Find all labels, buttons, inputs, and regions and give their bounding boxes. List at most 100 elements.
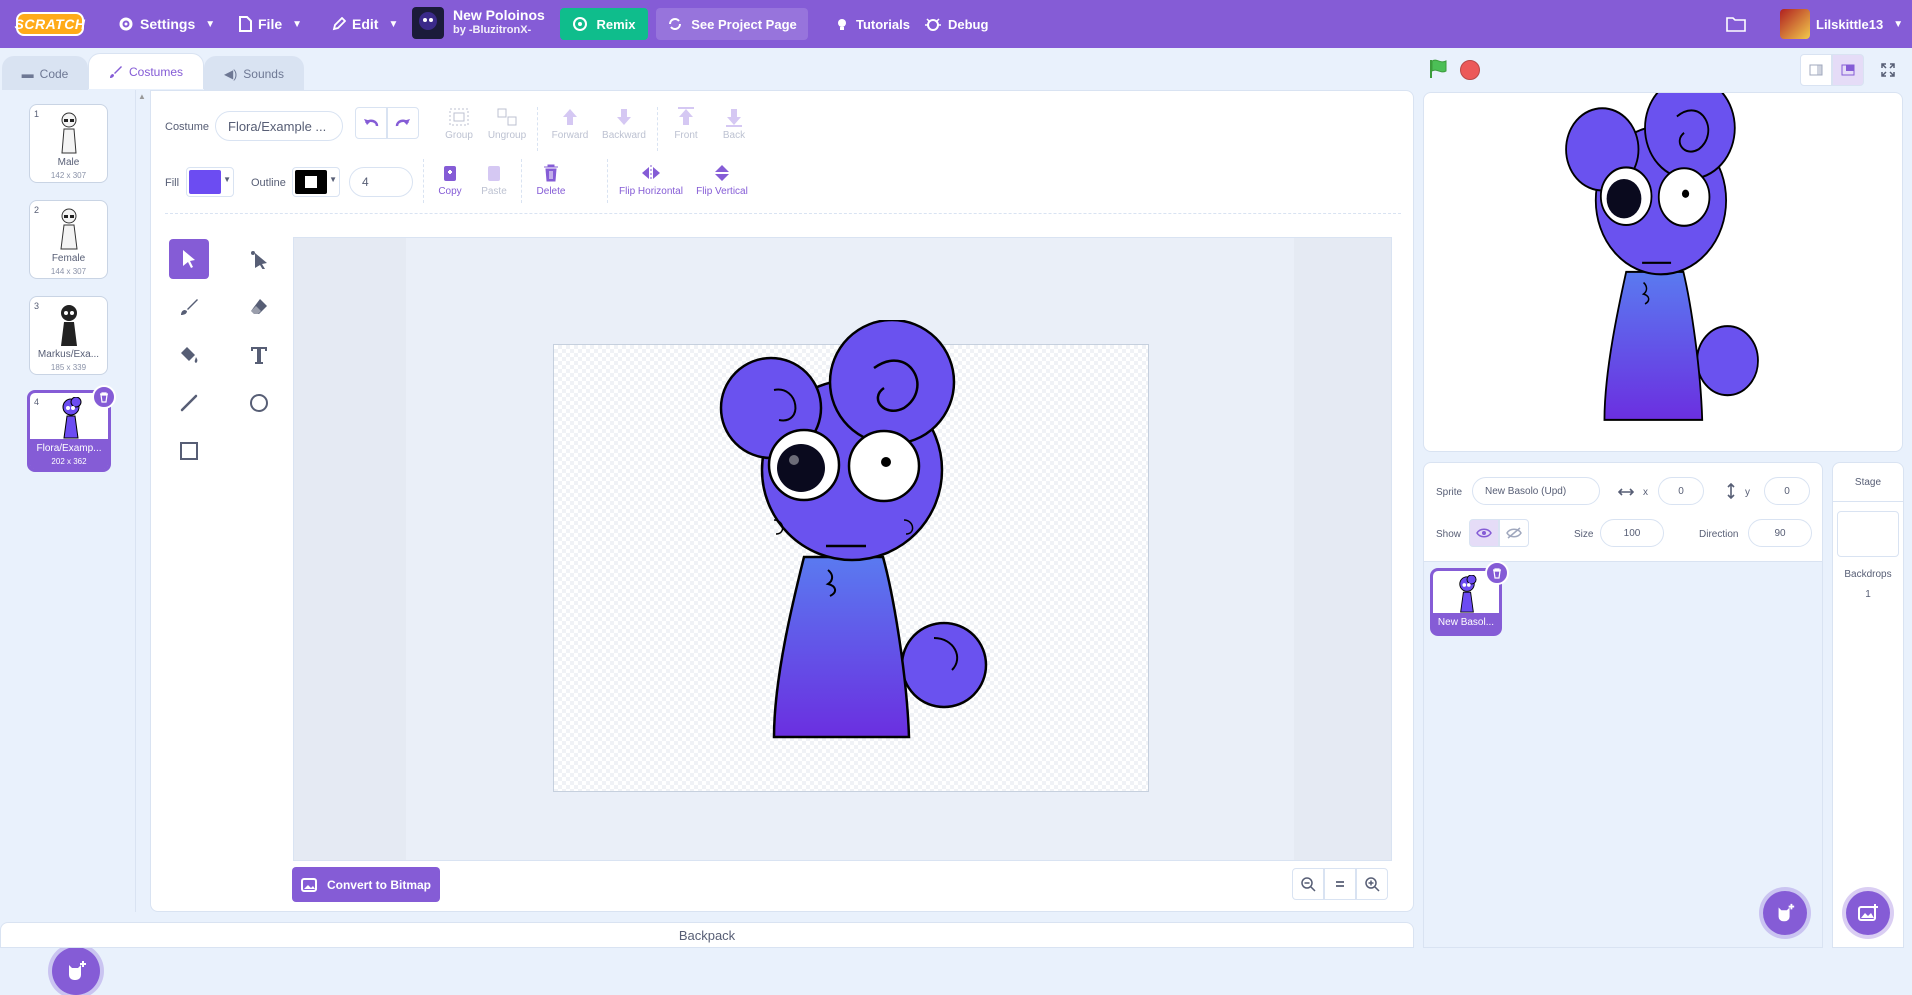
rectangle-tool[interactable] [169, 431, 209, 471]
arrow-cursor-icon [183, 250, 195, 268]
my-stuff-button[interactable] [1726, 0, 1746, 48]
direction-input[interactable]: 90 [1748, 519, 1812, 547]
backdrops-count: 1 [1865, 589, 1871, 600]
sprite-name-input[interactable]: New Basolo (Upd) [1472, 477, 1600, 505]
text-tool[interactable] [239, 335, 279, 375]
fill-color-picker[interactable]: ▼ [186, 167, 234, 197]
project-title: New Poloinos [453, 7, 545, 23]
tab-costumes-label: Costumes [128, 64, 184, 79]
back-button[interactable]: Back [717, 107, 751, 141]
green-flag-button[interactable] [1427, 58, 1449, 80]
cat-add-icon [69, 961, 86, 980]
file-menu[interactable]: File ▼ [238, 0, 302, 48]
avatar [1780, 9, 1810, 39]
back-icon [726, 109, 742, 127]
convert-to-bitmap-button[interactable]: Convert to Bitmap [292, 867, 440, 902]
small-stage-button[interactable] [1800, 54, 1832, 86]
front-icon [678, 107, 694, 125]
tab-costumes[interactable]: Costumes [88, 53, 204, 89]
tab-code[interactable]: ▬ Code [2, 56, 88, 90]
delete-button[interactable]: Delete [533, 163, 569, 197]
x-label: x [1643, 487, 1648, 498]
stage-target-pane[interactable]: Stage Backdrops 1 [1832, 462, 1904, 948]
costume-item[interactable]: 3 Markus/Exa... 185 x 339 [29, 296, 108, 375]
circle-icon [250, 394, 268, 412]
costume-drawing[interactable] [714, 320, 1004, 770]
tutorials-label: Tutorials [856, 16, 910, 32]
circle-tool[interactable] [239, 383, 279, 423]
choose-costume-button[interactable] [52, 947, 100, 995]
paint-canvas-area[interactable] [293, 237, 1392, 861]
project-title-block[interactable]: New Poloinos by -BluzitronX- [453, 8, 545, 38]
stop-button[interactable] [1460, 60, 1480, 80]
large-stage-button[interactable] [1832, 54, 1864, 86]
copy-button[interactable]: Copy [435, 163, 465, 197]
sprite-tile-selected[interactable]: New Basol... [1430, 561, 1509, 636]
divider [423, 159, 424, 203]
delete-costume-button[interactable] [92, 385, 116, 409]
tutorials-button[interactable]: Tutorials [834, 0, 910, 48]
backward-button[interactable]: Backward [599, 107, 649, 141]
brush-tool[interactable] [169, 287, 209, 327]
show-hidden-button[interactable] [1499, 519, 1529, 547]
see-project-icon [669, 18, 682, 30]
y-input[interactable]: 0 [1764, 477, 1810, 505]
ungroup-button[interactable]: Ungroup [484, 107, 530, 141]
debug-button[interactable]: Debug [924, 0, 988, 48]
group-button[interactable]: Group [441, 107, 477, 141]
costume-name: Female [51, 253, 86, 264]
trash-icon [544, 164, 558, 182]
costume-item[interactable]: 2 Female 144 x 307 [29, 200, 108, 279]
costume-item-selected[interactable]: 4 Flora/Examp... 202 x 362 [27, 385, 116, 472]
flip-vertical-button[interactable]: Flip Vertical [693, 163, 751, 197]
paste-button[interactable]: Paste [479, 163, 509, 197]
delete-label: Delete [536, 186, 566, 197]
forward-button[interactable]: Forward [549, 107, 591, 141]
choose-backdrop-button[interactable] [1846, 891, 1890, 935]
fullscreen-icon [1881, 63, 1895, 77]
sprite-thumbnail [1459, 575, 1477, 613]
show-visible-button[interactable] [1469, 519, 1499, 547]
choose-sprite-button[interactable] [1763, 891, 1807, 935]
flip-horizontal-button[interactable]: Flip Horizontal [617, 163, 685, 197]
caret-down-icon: ▼ [223, 175, 231, 184]
settings-menu[interactable]: Settings ▼ [118, 0, 215, 48]
remix-icon [573, 17, 588, 31]
brush-icon [109, 65, 122, 78]
eraser-tool[interactable] [239, 287, 279, 327]
redo-button[interactable] [387, 107, 419, 139]
undo-button[interactable] [355, 107, 387, 139]
outline-width-input[interactable]: 4 [349, 167, 413, 197]
x-input[interactable]: 0 [1658, 477, 1704, 505]
outline-color-picker[interactable]: ▼ [292, 167, 340, 197]
stage[interactable] [1423, 92, 1903, 452]
divider [537, 107, 538, 151]
zoom-out-button[interactable] [1292, 868, 1324, 900]
backpack[interactable]: Backpack [0, 922, 1414, 948]
scrollbar[interactable]: ▲ [138, 90, 146, 910]
equals-icon [1336, 881, 1344, 887]
zoom-reset-button[interactable] [1324, 868, 1356, 900]
line-tool[interactable] [169, 383, 209, 423]
scratch-logo[interactable]: SCRATCH [15, 12, 85, 36]
convert-label: Convert to Bitmap [326, 877, 431, 892]
edit-menu[interactable]: Edit ▼ [332, 0, 398, 48]
fill-tool[interactable] [169, 335, 209, 375]
backdrop-thumbnail[interactable] [1837, 511, 1899, 557]
zoom-out-icon [1301, 877, 1316, 892]
see-project-page-button[interactable]: See Project Page [656, 8, 808, 40]
zoom-in-button[interactable] [1356, 868, 1388, 900]
account-menu[interactable]: Lilskittle13 ▼ [1780, 0, 1903, 48]
select-tool[interactable] [169, 239, 209, 279]
reshape-tool[interactable] [239, 239, 279, 279]
remix-button[interactable]: Remix [560, 8, 648, 40]
front-button[interactable]: Front [669, 107, 703, 141]
tab-sounds[interactable]: ◀) Sounds [204, 56, 304, 90]
delete-sprite-button[interactable] [1485, 561, 1509, 585]
costume-name-input[interactable]: Flora/Example ... [215, 111, 343, 141]
costume-item[interactable]: 1 Male 142 x 307 [29, 104, 108, 183]
menu-bar: SCRATCH Settings ▼ File ▼ Edit ▼ New Poloin… [0, 0, 1912, 48]
fullscreen-button[interactable] [1872, 54, 1904, 86]
stage-sprite[interactable] [1561, 92, 1771, 447]
size-input[interactable]: 100 [1600, 519, 1664, 547]
